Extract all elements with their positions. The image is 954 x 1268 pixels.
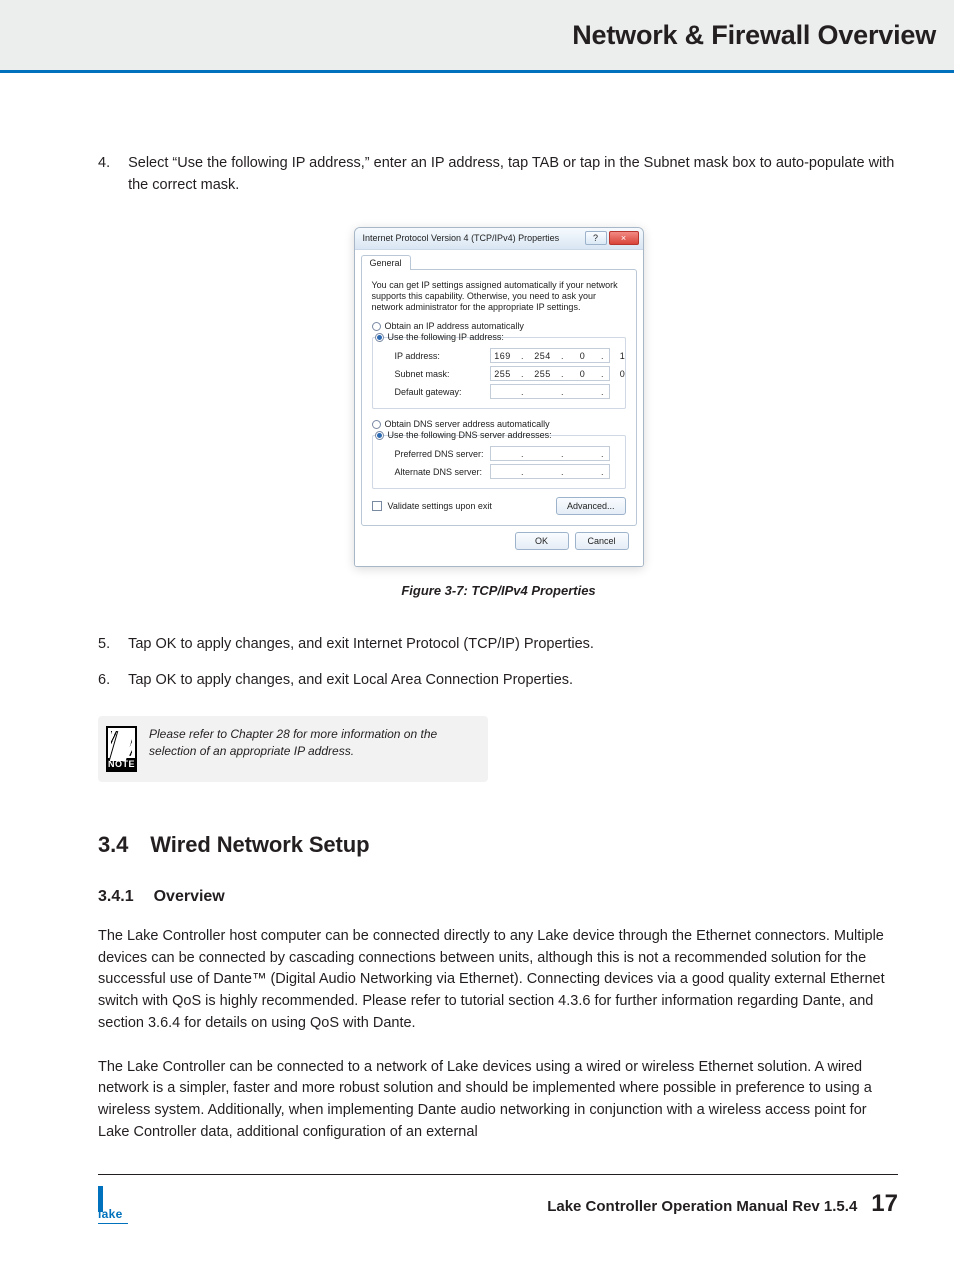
section-title: Wired Network Setup <box>150 832 369 858</box>
page-footer: lake Lake Controller Operation Manual Re… <box>0 1175 954 1247</box>
figure-caption: Figure 3-7: TCP/IPv4 Properties <box>98 583 899 598</box>
help-button[interactable]: ? <box>585 231 607 245</box>
paragraph-1: The Lake Controller host computer can be… <box>98 926 899 1035</box>
opt-auto-dns[interactable]: Obtain DNS server address automatically <box>372 419 626 429</box>
step-text: Select “Use the following IP address,” e… <box>128 153 899 197</box>
radio-icon <box>372 322 381 331</box>
dns2-input[interactable]: ... <box>490 464 610 479</box>
row-dns1: Preferred DNS server: ... <box>395 446 617 461</box>
mask-label: Subnet mask: <box>395 369 490 379</box>
close-button[interactable]: × <box>609 231 639 245</box>
validate-label: Validate settings upon exit <box>388 501 550 511</box>
step-text: Tap OK to apply changes, and exit Intern… <box>128 634 899 656</box>
cancel-button[interactable]: Cancel <box>575 532 629 550</box>
opt-label: Obtain an IP address automatically <box>385 321 524 331</box>
dns1-input[interactable]: ... <box>490 446 610 461</box>
dialog-actions: OK Cancel <box>361 526 637 558</box>
step-number: 4. <box>98 153 110 197</box>
dialog-titlebar: Internet Protocol Version 4 (TCP/IPv4) P… <box>355 228 643 250</box>
page-content: 4. Select “Use the following IP address,… <box>0 73 954 1144</box>
manual-title: Lake Controller Operation Manual Rev 1.5… <box>547 1198 857 1215</box>
footer-right: Lake Controller Operation Manual Rev 1.5… <box>547 1190 898 1218</box>
validate-row: Validate settings upon exit Advanced... <box>372 497 626 515</box>
row-dns2: Alternate DNS server: ... <box>395 464 617 479</box>
subsection-title: Overview <box>154 888 225 906</box>
ok-button[interactable]: OK <box>515 532 569 550</box>
section-heading: 3.4 Wired Network Setup <box>98 832 899 858</box>
steps-top: 4. Select “Use the following IP address,… <box>98 153 899 197</box>
page-header: Network & Firewall Overview <box>0 0 954 70</box>
subsection-heading: 3.4.1 Overview <box>98 888 899 906</box>
tcpip-dialog: Internet Protocol Version 4 (TCP/IPv4) P… <box>354 227 644 568</box>
note-text: Please refer to Chapter 28 for more info… <box>149 726 474 760</box>
radio-icon <box>375 333 384 342</box>
note-callout: NOTE Please refer to Chapter 28 for more… <box>98 716 488 782</box>
radio-icon <box>375 431 384 440</box>
step-text: Tap OK to apply changes, and exit Local … <box>128 670 899 692</box>
note-icon: NOTE <box>106 726 137 772</box>
subsection-number: 3.4.1 <box>98 888 134 906</box>
mask-input[interactable]: 255. 255. 0. 0 <box>490 366 610 381</box>
section-number: 3.4 <box>98 832 128 858</box>
tab-panel: You can get IP settings assigned automat… <box>361 269 637 527</box>
dialog-intro: You can get IP settings assigned automat… <box>372 280 626 314</box>
tab-general[interactable]: General <box>361 255 411 270</box>
opt-label: Obtain DNS server address automatically <box>385 419 550 429</box>
step-number: 6. <box>98 670 110 692</box>
opt-static-ip[interactable]: Use the following IP address: <box>375 332 617 342</box>
gw-input[interactable]: ... <box>490 384 610 399</box>
ip-label: IP address: <box>395 351 490 361</box>
step-number: 5. <box>98 634 110 656</box>
static-ip-group: Use the following IP address: IP address… <box>372 337 626 409</box>
ip-input[interactable]: 169. 254. 0. 1 <box>490 348 610 363</box>
opt-static-dns[interactable]: Use the following DNS server addresses: <box>375 430 617 440</box>
figure-3-7: Internet Protocol Version 4 (TCP/IPv4) P… <box>98 227 899 568</box>
opt-auto-ip[interactable]: Obtain an IP address automatically <box>372 321 626 331</box>
advanced-button[interactable]: Advanced... <box>556 497 626 515</box>
paragraph-2: The Lake Controller can be connected to … <box>98 1057 899 1144</box>
step-6: 6. Tap OK to apply changes, and exit Loc… <box>98 670 899 692</box>
lake-logo: lake <box>98 1187 132 1221</box>
dialog-body: General You can get IP settings assigned… <box>355 250 643 567</box>
static-dns-group: Use the following DNS server addresses: … <box>372 435 626 489</box>
row-ip: IP address: 169. 254. 0. 1 <box>395 348 617 363</box>
step-5: 5. Tap OK to apply changes, and exit Int… <box>98 634 899 656</box>
opt-label: Use the following IP address: <box>388 332 504 342</box>
steps-bottom: 5. Tap OK to apply changes, and exit Int… <box>98 634 899 692</box>
logo-text: lake <box>98 1207 123 1221</box>
dns2-label: Alternate DNS server: <box>395 467 490 477</box>
row-gateway: Default gateway: ... <box>395 384 617 399</box>
dialog-title: Internet Protocol Version 4 (TCP/IPv4) P… <box>363 233 560 243</box>
gw-label: Default gateway: <box>395 387 490 397</box>
row-mask: Subnet mask: 255. 255. 0. 0 <box>395 366 617 381</box>
opt-label: Use the following DNS server addresses: <box>388 430 552 440</box>
step-4: 4. Select “Use the following IP address,… <box>98 153 899 197</box>
page-title: Network & Firewall Overview <box>572 20 936 51</box>
checkbox-icon[interactable] <box>372 501 382 511</box>
radio-icon <box>372 420 381 429</box>
dns1-label: Preferred DNS server: <box>395 449 490 459</box>
page-number: 17 <box>871 1190 898 1218</box>
